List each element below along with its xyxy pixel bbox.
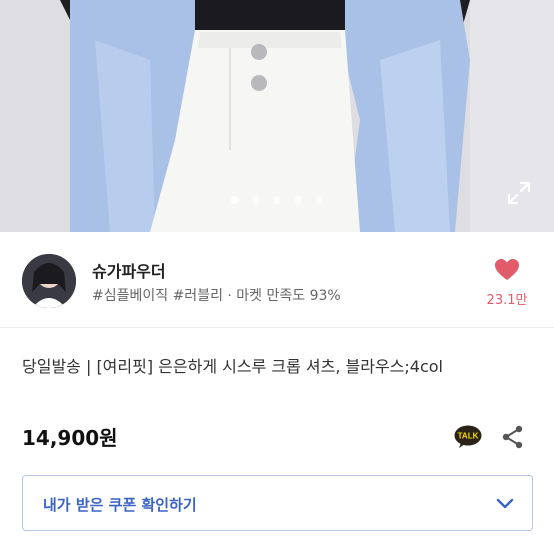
- share-icon: [502, 425, 523, 449]
- kakao-talk-button[interactable]: TALK: [454, 425, 482, 449]
- seller-tags: #심플베이직 #러블리 · 마켓 만족도 93%: [92, 288, 341, 304]
- coupon-check-button[interactable]: 내가 받은 쿠폰 확인하기: [22, 475, 533, 531]
- like-count: 23.1만: [486, 293, 528, 308]
- product-image-gallery[interactable]: [0, 0, 554, 232]
- like-button[interactable]: 23.1만: [482, 258, 532, 308]
- share-button[interactable]: [500, 424, 526, 450]
- gallery-dot[interactable]: [252, 196, 260, 204]
- gallery-dot[interactable]: [294, 196, 302, 204]
- product-price: 14,900원: [22, 426, 118, 450]
- product-title: 당일발송 | [여리핏] 은은하게 시스루 크롭 셔츠, 블라우스;4col: [22, 357, 444, 376]
- seller-name[interactable]: 슈가파우더: [92, 258, 166, 282]
- gallery-dot[interactable]: [273, 196, 281, 204]
- gallery-dot-active[interactable]: [231, 196, 239, 204]
- chevron-down-icon: [496, 498, 514, 509]
- heart-icon: [495, 259, 519, 280]
- seller-row[interactable]: 슈가파우더 #심플베이직 #러블리 · 마켓 만족도 93% 23.1만: [0, 232, 554, 328]
- seller-avatar[interactable]: [22, 254, 76, 308]
- gallery-dot[interactable]: [315, 196, 323, 204]
- expand-icon[interactable]: [506, 180, 532, 206]
- gallery-pagination: [0, 196, 554, 204]
- svg-text:TALK: TALK: [458, 432, 479, 441]
- coupon-label: 내가 받은 쿠폰 확인하기: [43, 496, 197, 514]
- talk-icon: TALK: [454, 425, 482, 448]
